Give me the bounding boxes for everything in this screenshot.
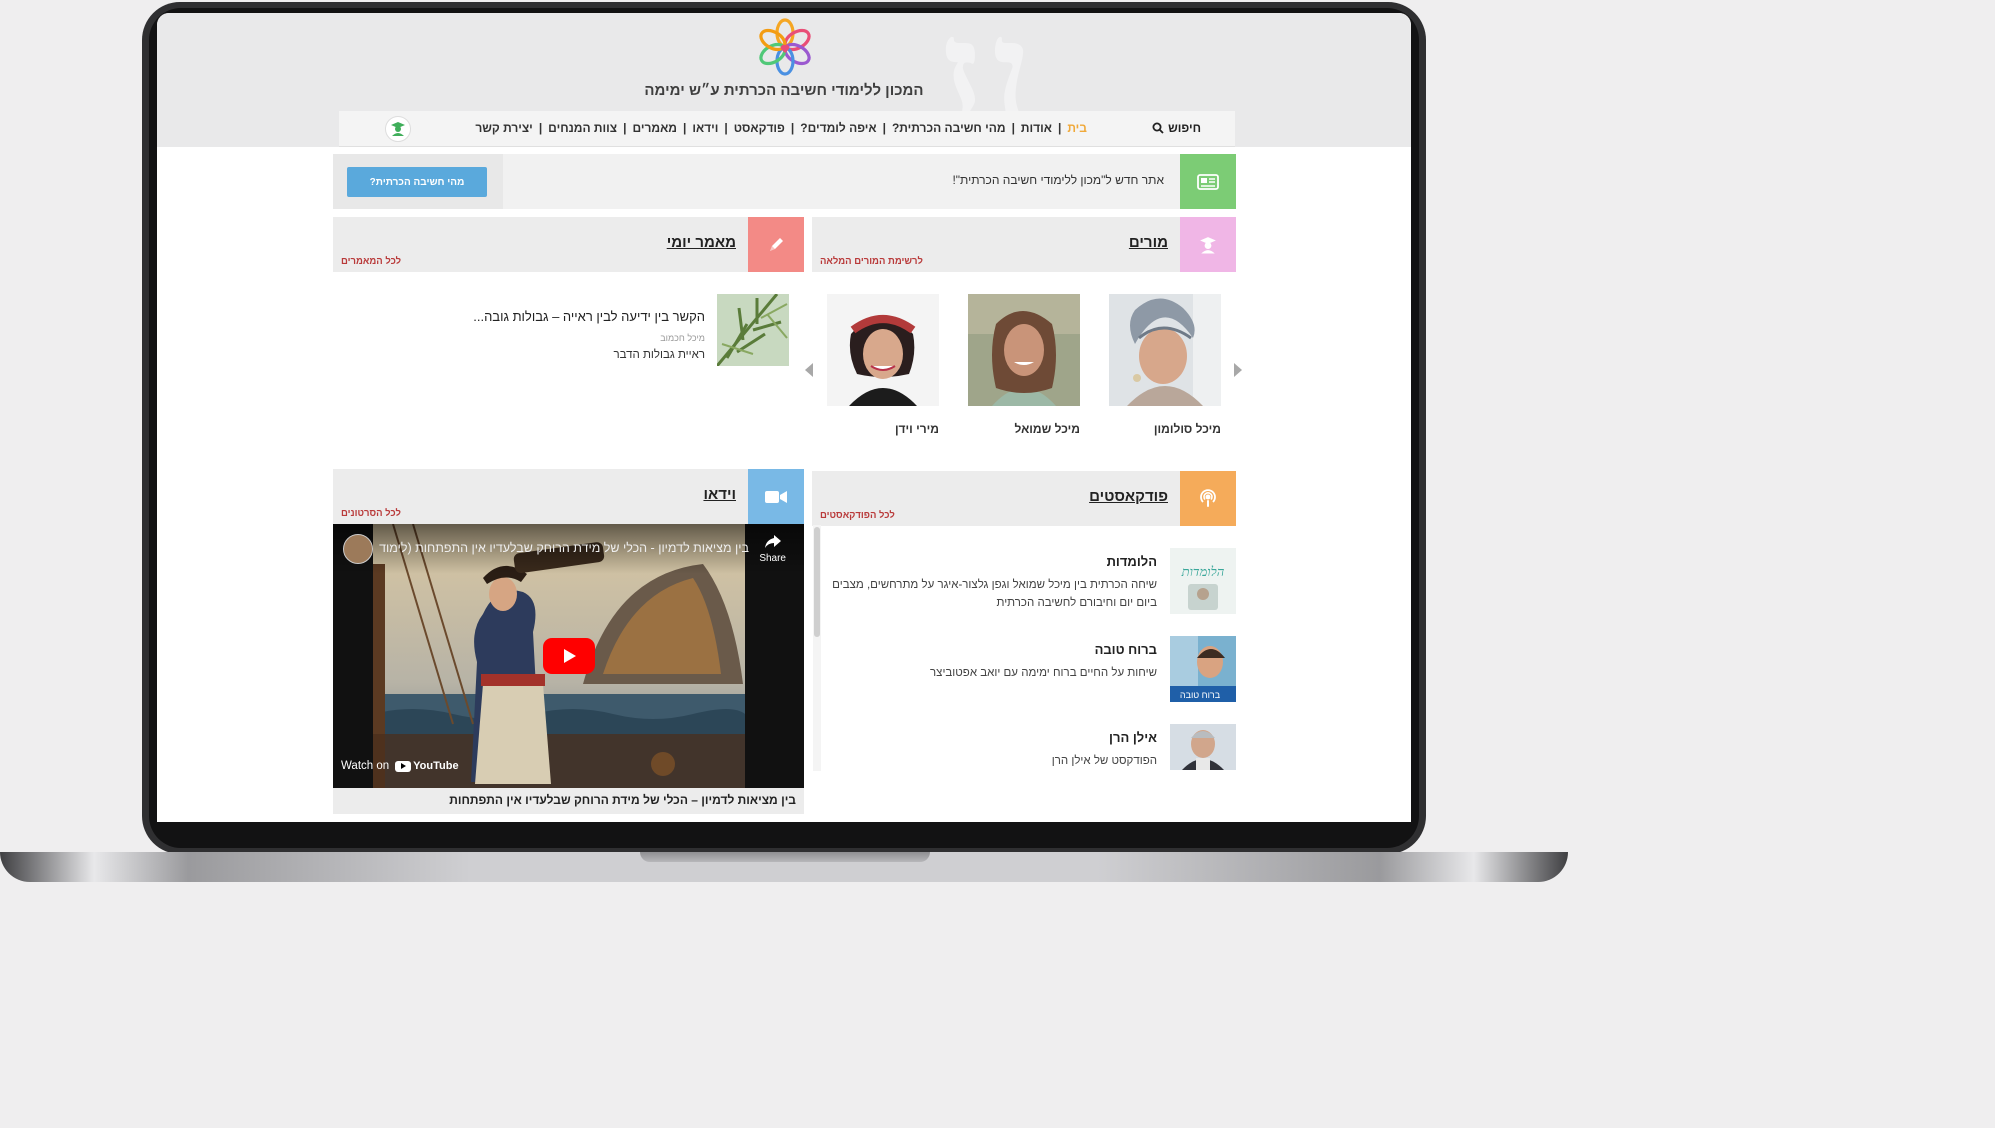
browser-screen: ע המכון ללימודי חשיבה הכרתית ע״ש ימימה ח… [157, 13, 1411, 822]
teacher-card[interactable]: מירי וידן [827, 294, 939, 436]
all-videos-link[interactable]: לכל הסרטונים [341, 508, 401, 519]
nav-separator: | [683, 121, 687, 135]
video-caption[interactable]: בין מציאות לדמיון – הכלי של מידת הרוחק ש… [333, 788, 804, 814]
article-thumbnail[interactable] [717, 294, 789, 366]
all-teachers-link[interactable]: לרשימת המורים המלאה [820, 256, 923, 267]
what-is-button[interactable]: מהי חשיבה הכרתית? [347, 167, 487, 197]
daily-article-title[interactable]: מאמר יומי [667, 234, 736, 251]
teachers-title[interactable]: מורים [1129, 234, 1168, 251]
nav-item-where-to-learn[interactable]: איפה לומדים? [794, 121, 882, 135]
teacher-name: מיכל סולומון [1153, 422, 1221, 436]
nav-separator: | [790, 121, 795, 135]
nav-search[interactable]: חיפוש [1152, 121, 1201, 135]
main-navbar: חיפוש בית | אודות | מהי חשיבה הכרתית? | איפ… [339, 111, 1235, 147]
youtube-logo: YouTube [395, 760, 459, 772]
podcast-thumbnail: הלומדות [1170, 548, 1236, 614]
podcast-icon [1200, 488, 1216, 507]
all-articles-link[interactable]: לכל המאמרים [341, 256, 401, 267]
podcast-title: הלומדות [1106, 554, 1157, 569]
podcast-description: שיחות על החיים ברוח ימימה עם יואב אפטובי… [930, 667, 1157, 679]
teacher-photo [1109, 294, 1221, 406]
podcasts-section-header: פודקאסטים לכל הפודקאסטים [812, 471, 1236, 526]
nav-item-podcast[interactable]: פודקאסט [728, 121, 791, 135]
podcast-thumb-label: הלומדות [1181, 565, 1225, 580]
carousel-next-arrow[interactable] [1234, 363, 1242, 377]
laptop-notch [640, 852, 930, 862]
podcast-item[interactable]: הלומדות הלומדות שיחה הכרתית בין מיכל שמו… [822, 548, 1236, 616]
video-section-header: וידאו לכל הסרטונים [333, 469, 804, 524]
graduate-icon [391, 122, 405, 136]
podcast-item[interactable]: אילן הרן הפודקסט של אילן הרן [822, 724, 1236, 772]
user-login-icon[interactable] [385, 116, 411, 142]
podcast-description: שיחה הכרתית בין מיכל שמואל וגפן גלצור-אי… [832, 579, 1157, 609]
news-text[interactable]: אתר חדש ל"מכון ללימודי חשיבה הכרתית"! [952, 173, 1164, 187]
news-bar: אתר חדש ל"מכון ללימודי חשיבה הכרתית"! מה… [333, 154, 1236, 209]
watch-on-youtube[interactable]: Watch on YouTube [341, 760, 459, 772]
youtube-play-icon [395, 760, 412, 772]
video-camera-icon [765, 490, 787, 503]
article-icon-box [748, 217, 804, 272]
teacher-name: מיכל שמואל [1014, 422, 1081, 436]
podcast-title: אילן הרן [1109, 730, 1157, 745]
share-label: Share [759, 553, 786, 564]
teachers-section-header: מורים לרשימת המורים המלאה [812, 217, 1236, 272]
video-section-title[interactable]: וידאו [703, 486, 736, 503]
search-icon [1152, 122, 1164, 134]
nav-item-contact[interactable]: יצירת קשר [469, 121, 538, 135]
podcast-title: ברוח טובה [1094, 642, 1157, 657]
nav-search-label: חיפוש [1168, 121, 1201, 135]
nav-separator: | [882, 121, 886, 135]
pen-icon [770, 237, 783, 251]
nav-separator: | [724, 121, 728, 135]
site-logo[interactable] [755, 17, 815, 77]
nav-separator: | [1057, 121, 1062, 135]
article-author: מיכל חכמוב [660, 333, 705, 343]
youtube-wordmark: YouTube [413, 760, 459, 772]
article-title-link[interactable]: הקשר בין ידיעה לבין ראייה – גבולות גובה.… [473, 309, 705, 324]
site-header: ע המכון ללימודי חשיבה הכרתית ע״ש ימימה ח… [157, 13, 1411, 163]
teacher-card[interactable]: מיכל שמואל [968, 294, 1080, 436]
nav-separator: | [1011, 121, 1015, 135]
news-icon-box [1180, 154, 1236, 209]
podcast-item[interactable]: ברוח טובה ברוח טובה שיחות על החיים ברוח … [822, 636, 1236, 702]
play-icon [564, 649, 576, 663]
nav-item-video[interactable]: וידאו [686, 121, 724, 135]
teachers-icon-box [1180, 217, 1236, 272]
news-button-area: מהי חשיבה הכרתית? [333, 154, 503, 209]
carousel-prev-arrow[interactable] [805, 363, 813, 377]
article-category[interactable]: ראיית גבולות הדבר [613, 349, 705, 361]
podcast-thumbnail: ברוח טובה [1170, 636, 1236, 702]
watch-on-label: Watch on [341, 760, 390, 772]
site-title: המכון ללימודי חשיבה הכרתית ע״ש ימימה [644, 82, 924, 99]
podcast-description: הפודקסט של אילן הרן [1051, 755, 1157, 767]
nav-separator: | [538, 121, 543, 135]
podcasts-title[interactable]: פודקאסטים [1089, 488, 1168, 505]
nav-item-about[interactable]: אודות [1015, 121, 1058, 135]
teacher-name: מירי וידן [894, 422, 939, 436]
share-icon [764, 535, 781, 548]
newspaper-icon [1197, 173, 1219, 190]
daily-article-section-header: מאמר יומי לכל המאמרים [333, 217, 804, 272]
nav-links: בית | אודות | מהי חשיבה הכרתית? | איפה לומד… [469, 121, 1093, 135]
video-player-title[interactable]: בין מציאות לדמיון - הכלי של מידת הרוחק ש… [379, 541, 749, 555]
nav-item-what-is[interactable]: מהי חשיבה הכרתית? [886, 121, 1012, 135]
podcast-thumbnail [1170, 724, 1236, 770]
youtube-player[interactable]: בין מציאות לדמיון - הכלי של מידת הרוחק ש… [333, 524, 804, 788]
teacher-photo [827, 294, 939, 406]
teacher-icon [1200, 236, 1216, 253]
video-icon-box [748, 469, 804, 524]
teacher-photo [968, 294, 1080, 406]
podcast-thumb-label: ברוח טובה [1180, 690, 1221, 700]
play-button[interactable] [543, 638, 595, 674]
nav-item-articles[interactable]: מאמרים [626, 121, 683, 135]
teacher-card[interactable]: מיכל סולומון [1109, 294, 1221, 436]
podcast-icon-box [1180, 471, 1236, 526]
all-podcasts-link[interactable]: לכל הפודקאסטים [820, 510, 895, 521]
channel-avatar[interactable] [343, 534, 373, 564]
nav-item-home[interactable]: בית [1061, 121, 1093, 135]
nav-separator: | [623, 121, 627, 135]
nav-item-team[interactable]: צוות המנחים [542, 121, 623, 135]
share-button[interactable]: Share [759, 534, 786, 564]
